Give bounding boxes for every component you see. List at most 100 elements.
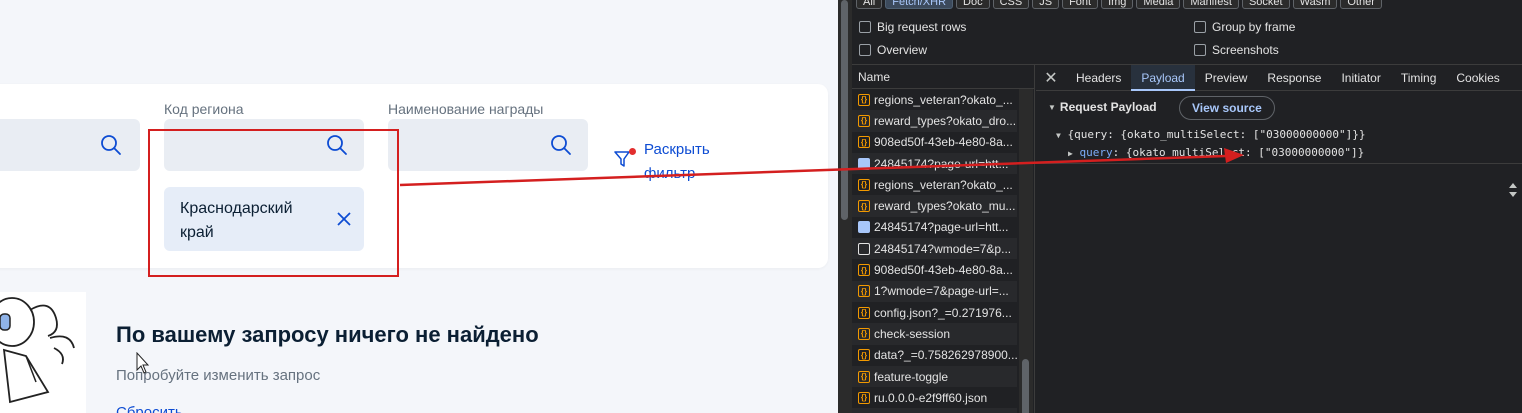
request-list-header[interactable]: Name [852, 65, 1034, 89]
xhr-request-icon: {} [858, 114, 870, 127]
type-filter-chip[interactable]: Socket [1241, 0, 1290, 9]
request-row[interactable]: {} data?_=0.758262978900... [852, 345, 1017, 366]
triangle-right-icon: ▶ [1068, 149, 1073, 158]
tab-headers[interactable]: Headers [1066, 65, 1131, 91]
request-row[interactable]: 24845174?page-url=htt... [852, 217, 1017, 238]
option-screenshots[interactable]: Screenshots [1194, 42, 1279, 58]
resize-updown-icon[interactable] [1508, 182, 1518, 198]
type-filter-chip[interactable]: JS [1032, 0, 1060, 9]
xhr-request-icon: {} [858, 306, 870, 319]
expand-filter-label: Раскрыть фильтр [644, 141, 710, 182]
view-source-button[interactable]: View source [1179, 96, 1275, 120]
option-label: Screenshots [1212, 43, 1279, 57]
checkbox[interactable] [859, 21, 871, 33]
option-label: Big request rows [877, 20, 967, 34]
request-row[interactable]: 24845174?wmode=7&p... [852, 238, 1017, 260]
request-payload-title: Request Payload [1059, 100, 1157, 114]
page-scrollbar[interactable] [838, 0, 852, 413]
request-row[interactable]: {} regions_veteran?okato_... [852, 89, 1017, 110]
request-row[interactable]: {} reward_types?okato_dro... [852, 110, 1017, 132]
xhr-request-icon: {} [858, 327, 870, 340]
triangle-down-icon: ▼ [1056, 131, 1061, 140]
xhr-request-icon: {} [858, 264, 870, 277]
checkbox[interactable] [1194, 21, 1206, 33]
search-icon[interactable] [326, 134, 348, 156]
option-group-by-frame[interactable]: Group by frame [1194, 19, 1295, 35]
request-row[interactable]: {} config.json?_=0.271976... [852, 302, 1017, 323]
checkbox[interactable] [859, 44, 871, 56]
search-icon[interactable] [550, 134, 572, 156]
request-name: data?_=0.758262978900... [874, 348, 1017, 363]
type-filter-chip[interactable]: Other [1340, 0, 1382, 9]
reset-link[interactable]: Сбросить [116, 404, 183, 413]
type-filter-chip[interactable]: All [856, 0, 883, 9]
filter-indicator-dot [629, 148, 636, 155]
request-name: ru.0.0.0-e2f9ff60.json [874, 390, 988, 405]
document-icon [858, 221, 870, 234]
type-filter-chip[interactable]: CSS [992, 0, 1030, 9]
request-row[interactable]: {} reward_types?okato_mu... [852, 195, 1017, 217]
option-label: Group by frame [1212, 20, 1296, 34]
xhr-request-icon: {} [858, 136, 870, 149]
tab-payload[interactable]: Payload [1131, 64, 1195, 91]
request-list-scrollbar-thumb[interactable] [1022, 359, 1029, 413]
request-name: feature-toggle [874, 369, 949, 384]
xhr-request-icon: {} [858, 200, 870, 213]
tab-preview[interactable]: Preview [1195, 65, 1258, 91]
request-row[interactable]: {} 908ed50f-43eb-4e80-8a... [852, 132, 1017, 153]
search-icon[interactable] [100, 134, 122, 156]
request-row[interactable]: {} feature-toggle [852, 365, 1017, 388]
request-name: reward_types?okato_mu... [874, 199, 1016, 214]
type-filter-chip[interactable]: Img [1101, 0, 1134, 9]
search-input-first[interactable] [0, 119, 140, 171]
triangle-down-icon: ▼ [1048, 102, 1056, 112]
type-filter-chip[interactable]: Wasm [1292, 0, 1338, 9]
option-big-request-rows[interactable]: Big request rows [859, 19, 966, 35]
tab-response[interactable]: Response [1257, 65, 1331, 91]
request-name: 908ed50f-43eb-4e80-8a... [874, 263, 1013, 278]
webpage-viewport: Код региона Наименование награды Краснод… [0, 0, 838, 413]
option-overview[interactable]: Overview [859, 42, 927, 58]
type-filter-chip[interactable]: Media [1136, 0, 1181, 9]
tab-initiator[interactable]: Initiator [1331, 65, 1390, 91]
close-icon[interactable] [336, 211, 352, 227]
request-name: 24845174?wmode=7&p... [874, 241, 1012, 256]
xhr-request-icon: {} [858, 93, 870, 106]
award-name-label: Наименование награды [388, 101, 544, 117]
request-row[interactable]: {} regions_veteran?okato_... [852, 174, 1017, 195]
request-row[interactable]: 24845174?page-url=htt... [852, 152, 1017, 175]
payload-summary-line[interactable]: ▼ {query: {okato_multiSelect: ["03000000… [1056, 128, 1365, 141]
request-row[interactable]: {} 908ed50f-43eb-4e80-8a... [852, 259, 1017, 280]
request-row[interactable]: {} ru.0.0.0-e2f9ff60.json [852, 387, 1017, 408]
close-icon[interactable]: ✕ [1036, 68, 1066, 88]
checkbox[interactable] [1194, 44, 1206, 56]
request-row[interactable]: {}counters?types=ORDER... [852, 408, 1017, 413]
resource-type-filters: All Fetch/XHR Doc CSS JS Font Img Media Manifest… [856, 0, 1382, 12]
detail-tabs: ✕ Headers Payload Preview Response Initiator… [1036, 64, 1522, 91]
tab-cookies[interactable]: Cookies [1446, 65, 1509, 91]
type-filter-chip[interactable]: Fetch/XHR [885, 0, 954, 9]
region-code-input[interactable] [164, 119, 364, 171]
request-list-scrollbar[interactable] [1019, 89, 1033, 413]
type-filter-chip[interactable]: Doc [956, 0, 990, 9]
option-label: Overview [877, 43, 928, 57]
xhr-request-icon: {} [858, 391, 870, 404]
payload-child-value: {okato_multiSelect: ["03000000000"]} [1125, 146, 1365, 159]
request-name: regions_veteran?okato_... [874, 177, 1013, 192]
mouse-cursor-icon [136, 352, 150, 374]
request-name: regions_veteran?okato_... [874, 92, 1013, 107]
award-name-input[interactable] [388, 119, 588, 171]
document-icon [858, 157, 870, 170]
payload-child-line[interactable]: ▶ query: {okato_multiSelect: ["030000000… [1068, 146, 1364, 159]
page-scrollbar-thumb[interactable] [841, 0, 848, 220]
request-name: config.json?_=0.271976... [874, 305, 1012, 320]
type-filter-chip[interactable]: Font [1062, 0, 1099, 9]
empty-state-title: По вашему запросу ничего не найдено [116, 322, 539, 347]
request-row[interactable]: {} 1?wmode=7&page-url=... [852, 280, 1017, 302]
tab-timing[interactable]: Timing [1391, 65, 1447, 91]
cartoon-character-icon [0, 297, 75, 404]
type-filter-chip[interactable]: Manifest [1183, 0, 1239, 9]
request-row[interactable]: {} check-session [852, 323, 1017, 345]
request-rows: {} regions_veteran?okato_... {} reward_type… [852, 89, 1034, 413]
request-payload-header[interactable]: ▼ Request Payload [1048, 100, 1157, 114]
